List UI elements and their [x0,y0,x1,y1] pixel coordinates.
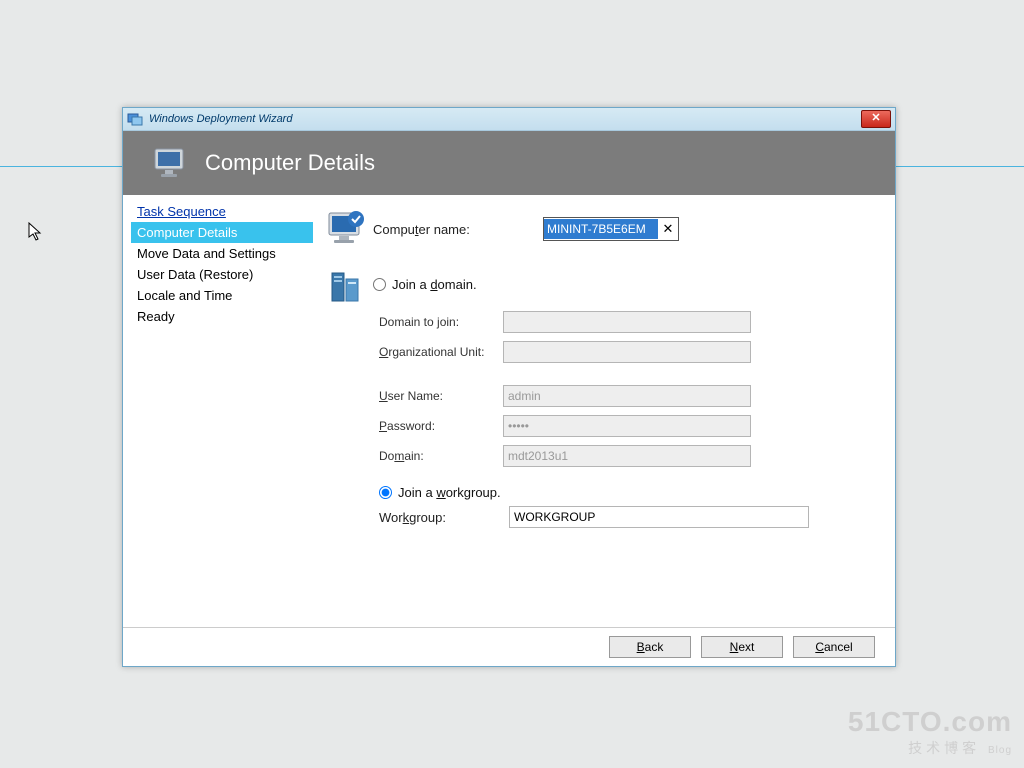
watermark: 51CTO.com 技术博客 Blog [848,706,1012,758]
sidebar: Task SequenceComputer DetailsMove Data a… [123,195,313,625]
computer-name-input[interactable] [544,219,658,239]
domain-fields: Domain to join: Organizational Unit: Use… [379,311,869,467]
wizard-window: Windows Deployment Wizard ✕ Computer Det… [122,107,896,667]
titlebar[interactable]: Windows Deployment Wizard ✕ [123,108,895,131]
password-input [503,415,751,437]
domain-to-join-label: Domain to join: [379,315,503,329]
domain-section-header: Join a domain. [323,267,869,307]
app-icon [127,111,143,127]
computer-name-row: Computer name: ✕ [323,209,869,249]
username-input [503,385,751,407]
sidebar-item-3[interactable]: User Data (Restore) [131,264,313,285]
ou-label: Organizational Unit: [379,345,503,359]
sidebar-item-5[interactable]: Ready [131,306,313,327]
main-panel: Computer name: ✕ Join a domain. Domain t… [313,195,895,625]
sidebar-item-0[interactable]: Task Sequence [131,201,313,222]
close-button[interactable]: ✕ [861,110,891,128]
password-label: Password: [379,419,503,433]
computer-icon [323,209,373,249]
domain-to-join-input [503,311,751,333]
banner-heading: Computer Details [205,150,375,176]
watermark-line2: 技术博客 Blog [848,738,1012,758]
workgroup-section: Join a workgroup. Workgroup: [379,485,869,528]
next-button[interactable]: Next [701,636,783,658]
watermark-line1: 51CTO.com [848,706,1012,738]
body: Task SequenceComputer DetailsMove Data a… [123,195,895,625]
workgroup-input[interactable] [509,506,809,528]
clear-icon[interactable]: ✕ [658,221,678,237]
sidebar-item-4[interactable]: Locale and Time [131,285,313,306]
sidebar-item-1[interactable]: Computer Details [131,222,313,243]
window-title: Windows Deployment Wizard [149,113,292,125]
sidebar-item-2[interactable]: Move Data and Settings [131,243,313,264]
domain-label: Domain: [379,449,503,463]
back-button[interactable]: Back [609,636,691,658]
computer-name-label: Computer name: [373,222,543,237]
servers-icon [323,267,373,307]
monitor-icon [151,143,191,183]
ou-input [503,341,751,363]
computer-name-field-wrap: ✕ [543,217,679,241]
footer: Back Next Cancel [123,627,895,666]
cursor-icon [28,222,44,242]
cancel-button[interactable]: Cancel [793,636,875,658]
join-workgroup-radio[interactable]: Join a workgroup. [379,485,869,500]
banner: Computer Details [123,131,895,195]
workgroup-label: Workgroup: [379,510,509,525]
username-label: User Name: [379,389,503,403]
join-domain-radio[interactable]: Join a domain. [373,277,477,292]
domain-input [503,445,751,467]
